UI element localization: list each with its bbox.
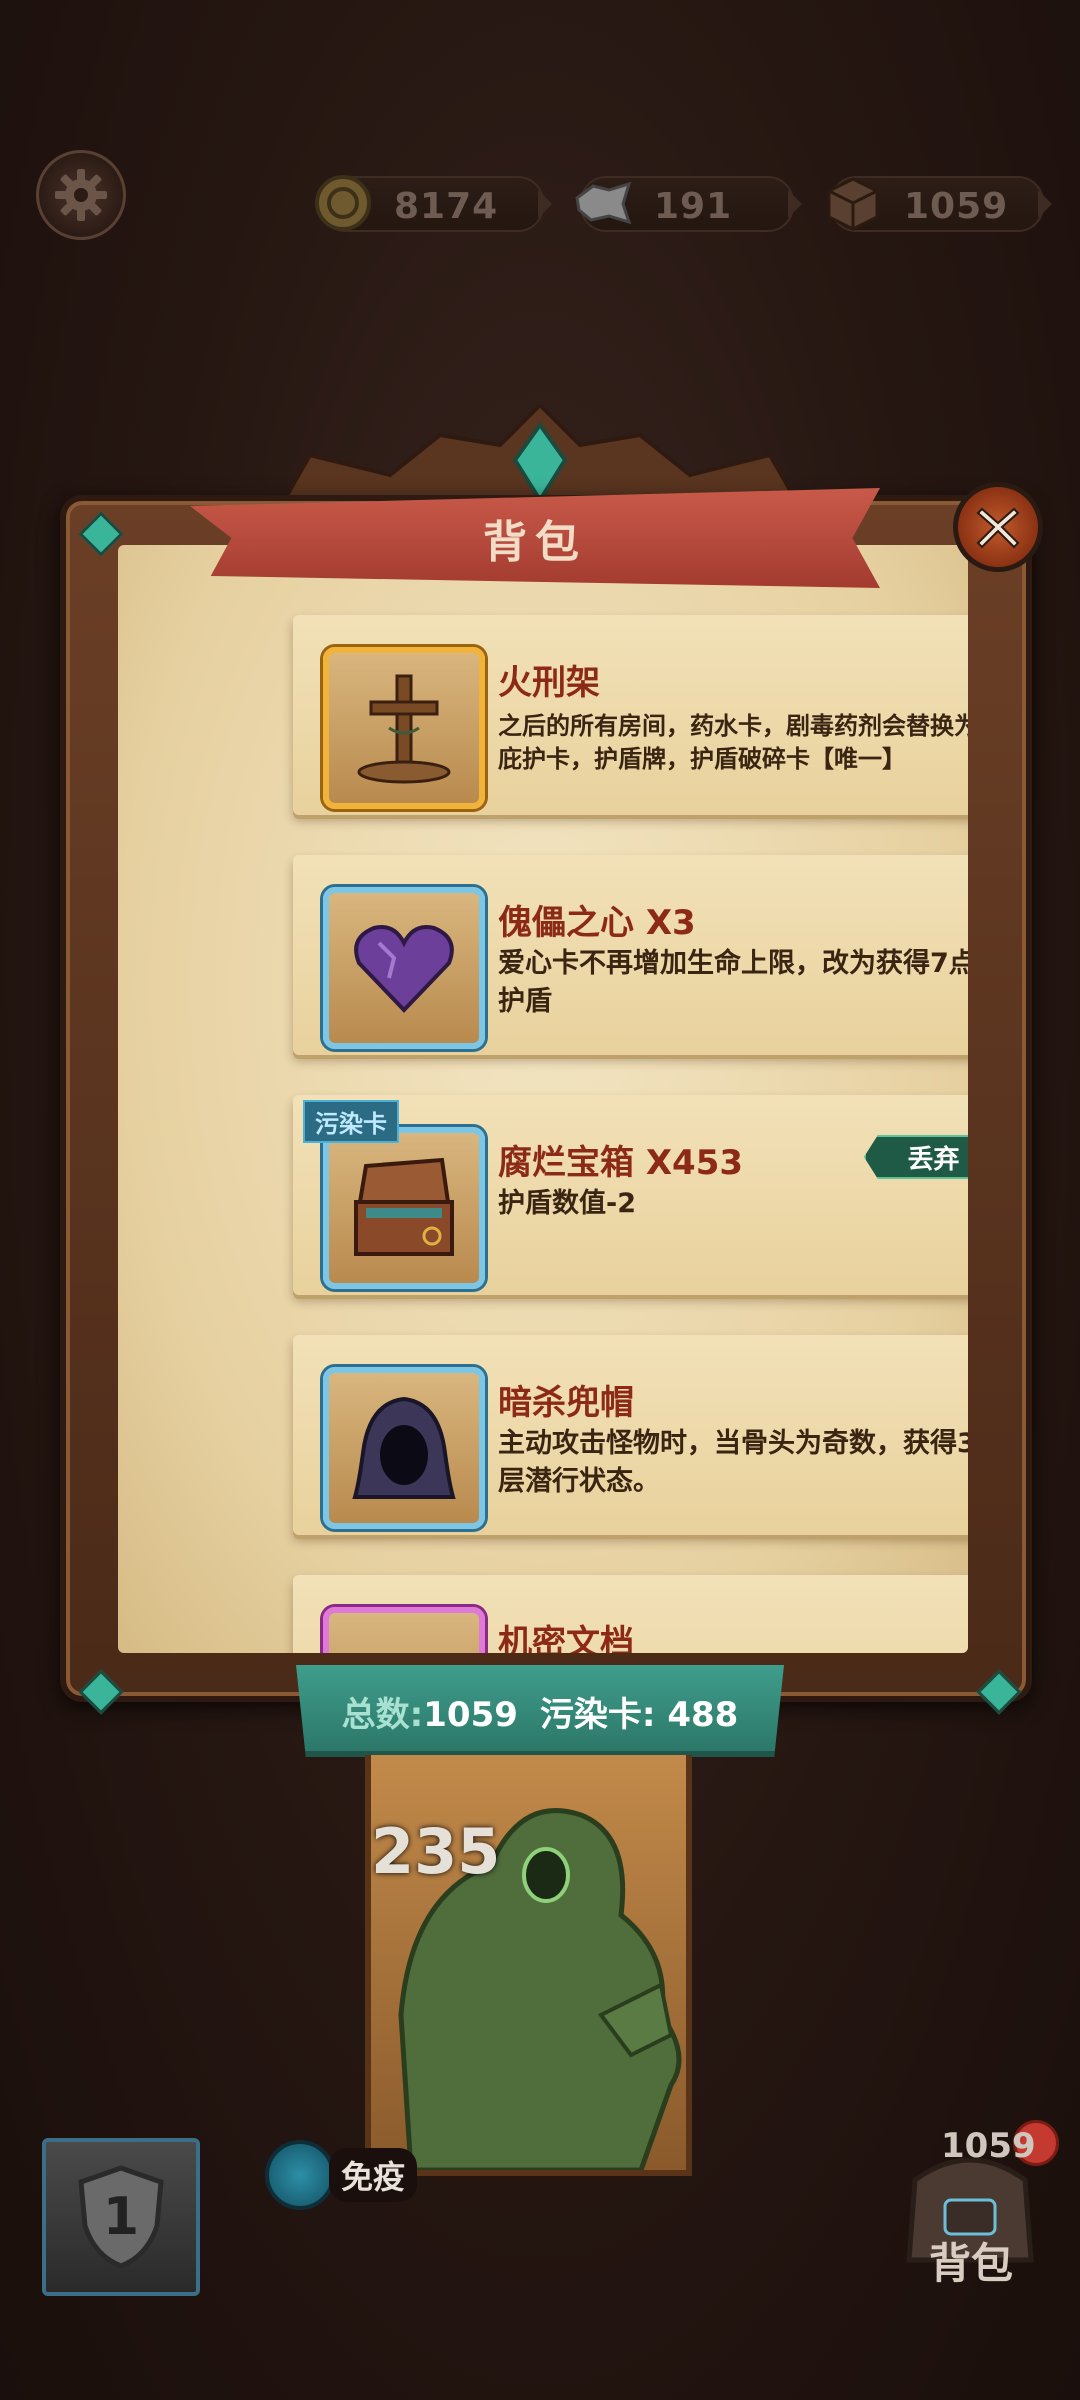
heart-icon — [323, 887, 485, 1049]
bone-icon — [568, 168, 638, 238]
shield-slot[interactable]: 1 — [42, 2138, 200, 2296]
coin-value: 8174 — [394, 186, 499, 227]
polluted-count: 污染卡: 488 — [539, 1694, 739, 1735]
chest-icon — [323, 1127, 485, 1289]
crate-value: 1059 — [904, 186, 1009, 227]
item-name: 傀儡之心 X3 — [498, 903, 696, 943]
backpack-label: 背包 — [929, 2239, 1014, 2288]
immune-label: 免疫 — [329, 2148, 418, 2202]
list-item[interactable]: 暗杀兜帽 主动攻击怪物时，当骨头为奇数，获得3层潜行状态。 — [293, 1335, 968, 1535]
monster-card[interactable]: 235 — [365, 1755, 692, 2176]
document-icon — [323, 1607, 485, 1653]
total-count: 总数:1059 — [341, 1694, 518, 1735]
item-description: 主动攻击怪物时，当骨头为奇数，获得3层潜行状态。 — [498, 1428, 968, 1497]
coin-icon — [308, 168, 378, 238]
item-name: 机密文档 — [498, 1623, 634, 1653]
item-name: 暗杀兜帽 — [498, 1383, 634, 1423]
item-description: 爱心卡不再增加生命上限，改为获得7点护盾 — [498, 948, 968, 1017]
stake-icon — [323, 647, 485, 809]
hood-icon — [323, 1367, 485, 1529]
gear-icon — [55, 169, 107, 221]
list-item[interactable]: 机密文档 — [293, 1575, 968, 1653]
bone-counter: 191 — [575, 176, 802, 232]
list-item[interactable]: 火刑架 之后的所有房间，药水卡，剧毒药剂会替换为庇护卡，护盾牌，护盾破碎卡【唯一… — [293, 615, 968, 815]
monster-value: 235 — [371, 1815, 501, 1888]
item-name: 火刑架 — [498, 663, 600, 703]
immune-status[interactable]: 免疫 — [265, 2140, 418, 2210]
backpack-item-list[interactable]: 火刑架 之后的所有房间，药水卡，剧毒药剂会替换为庇护卡，护盾牌，护盾破碎卡【唯一… — [118, 545, 968, 1653]
item-description: 护盾数值-2 — [498, 1188, 636, 1219]
polluted-card-tag: 污染卡 — [303, 1100, 399, 1143]
immune-icon — [265, 2140, 335, 2210]
coin-counter: 8174 — [315, 175, 552, 232]
crate-icon — [818, 168, 888, 238]
shield-level: 1 — [102, 2187, 140, 2247]
item-name: 腐烂宝箱 X453 — [498, 1143, 744, 1183]
list-item[interactable]: 污染卡 腐烂宝箱 X453 丢弃 护盾数值-2 — [293, 1095, 968, 1295]
settings-button[interactable] — [36, 150, 126, 240]
list-item[interactable]: 傀儡之心 X3 爱心卡不再增加生命上限，改为获得7点护盾 — [293, 855, 968, 1055]
panel-title: 背包 — [483, 517, 587, 568]
item-description: 之后的所有房间，药水卡，剧毒药剂会替换为庇护卡，护盾牌，护盾破碎卡【唯一】 — [498, 712, 968, 773]
close-icon — [976, 507, 1020, 549]
backpack-count: 1059 — [941, 2126, 1036, 2166]
crate-counter: 1059 — [827, 176, 1052, 232]
backpack-button[interactable]: 1059 背包 — [895, 2120, 1059, 2290]
backpack-totals: 总数:1059 污染卡: 488 — [296, 1665, 784, 1757]
discard-button[interactable]: 丢弃 — [864, 1135, 968, 1179]
bone-value: 191 — [654, 186, 733, 227]
close-button[interactable] — [953, 482, 1043, 572]
